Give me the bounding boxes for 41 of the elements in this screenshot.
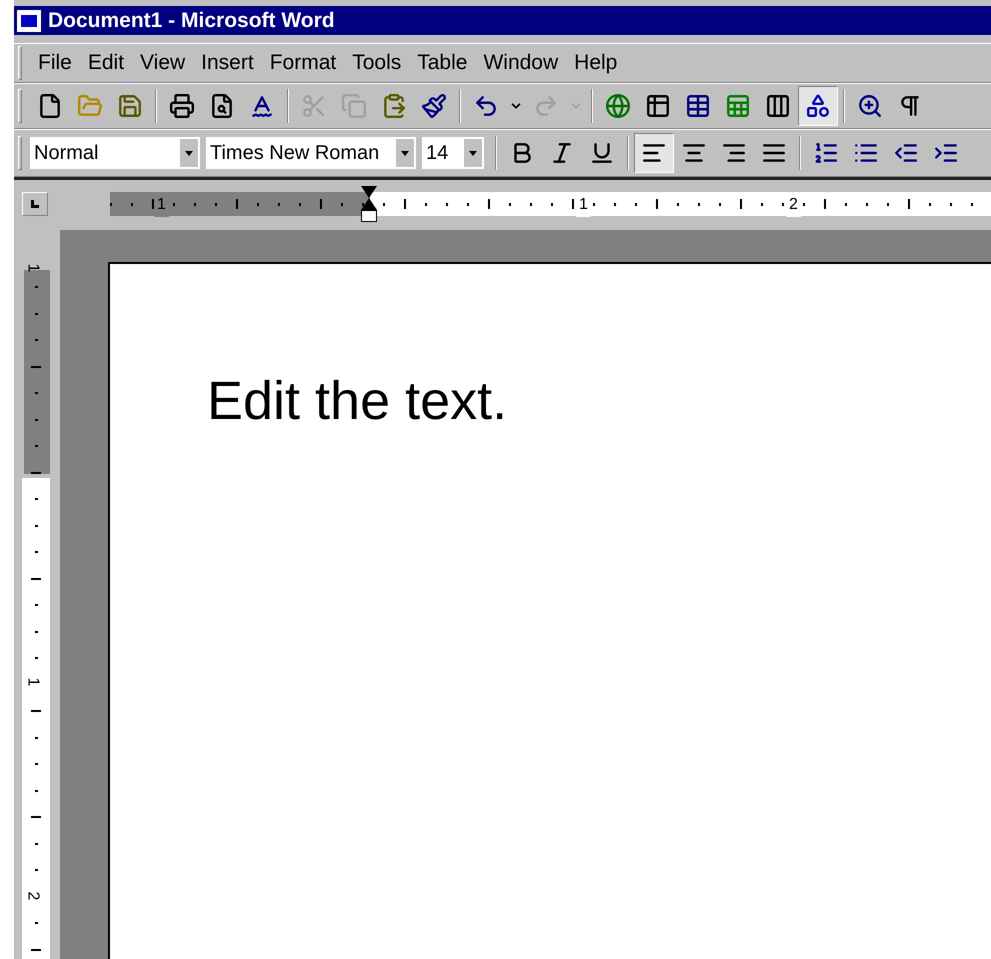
page-magnifier-icon (209, 93, 235, 119)
shapes-button[interactable] (798, 86, 838, 126)
new-document-icon (37, 93, 63, 119)
document-text: Edit the text. (207, 374, 508, 428)
folder-icon (77, 93, 103, 119)
ruler-number: 1 (24, 678, 40, 686)
font-dropdown[interactable]: Times New Roman (206, 137, 416, 169)
copy-icon (341, 93, 367, 119)
ruler-number: 2 (24, 892, 40, 900)
numbered-list-icon (813, 140, 839, 166)
menu-item[interactable]: Tools (344, 47, 410, 79)
spelling-icon (249, 93, 275, 119)
window-title: Document1 - Microsoft Word (48, 8, 335, 34)
menu-item[interactable]: View (132, 47, 194, 79)
paintbrush-icon (421, 93, 447, 119)
draw-table-icon (645, 93, 671, 119)
shapes-icon (805, 93, 831, 119)
style-dropdown[interactable]: Normal (30, 137, 200, 169)
scissors-icon (301, 93, 327, 119)
font-size-dropdown[interactable]: 14 (422, 137, 484, 169)
menu-item[interactable]: Format (262, 47, 344, 79)
spreadsheet-icon (725, 93, 751, 119)
paste-icon (381, 93, 407, 119)
ruler-number: 1 (24, 264, 40, 272)
menu-item[interactable]: Edit (80, 47, 132, 79)
document-map-icon (857, 93, 883, 119)
menu-item[interactable]: Window (475, 47, 566, 79)
underline-icon (589, 140, 615, 166)
table-icon (685, 93, 711, 119)
menu-item[interactable]: Help (566, 47, 626, 79)
undo-icon (473, 93, 499, 119)
columns-icon (765, 93, 791, 119)
menu-item[interactable]: Insert (193, 47, 262, 79)
menu-item[interactable]: File (30, 47, 80, 79)
align-left-button[interactable] (634, 133, 674, 173)
globe-icon (605, 93, 631, 119)
tab-selector[interactable] (22, 192, 48, 216)
menu-item[interactable]: Table (409, 47, 476, 79)
indent-marker-icon[interactable] (360, 186, 378, 224)
printer-icon (169, 93, 195, 119)
redo-icon (533, 93, 559, 119)
